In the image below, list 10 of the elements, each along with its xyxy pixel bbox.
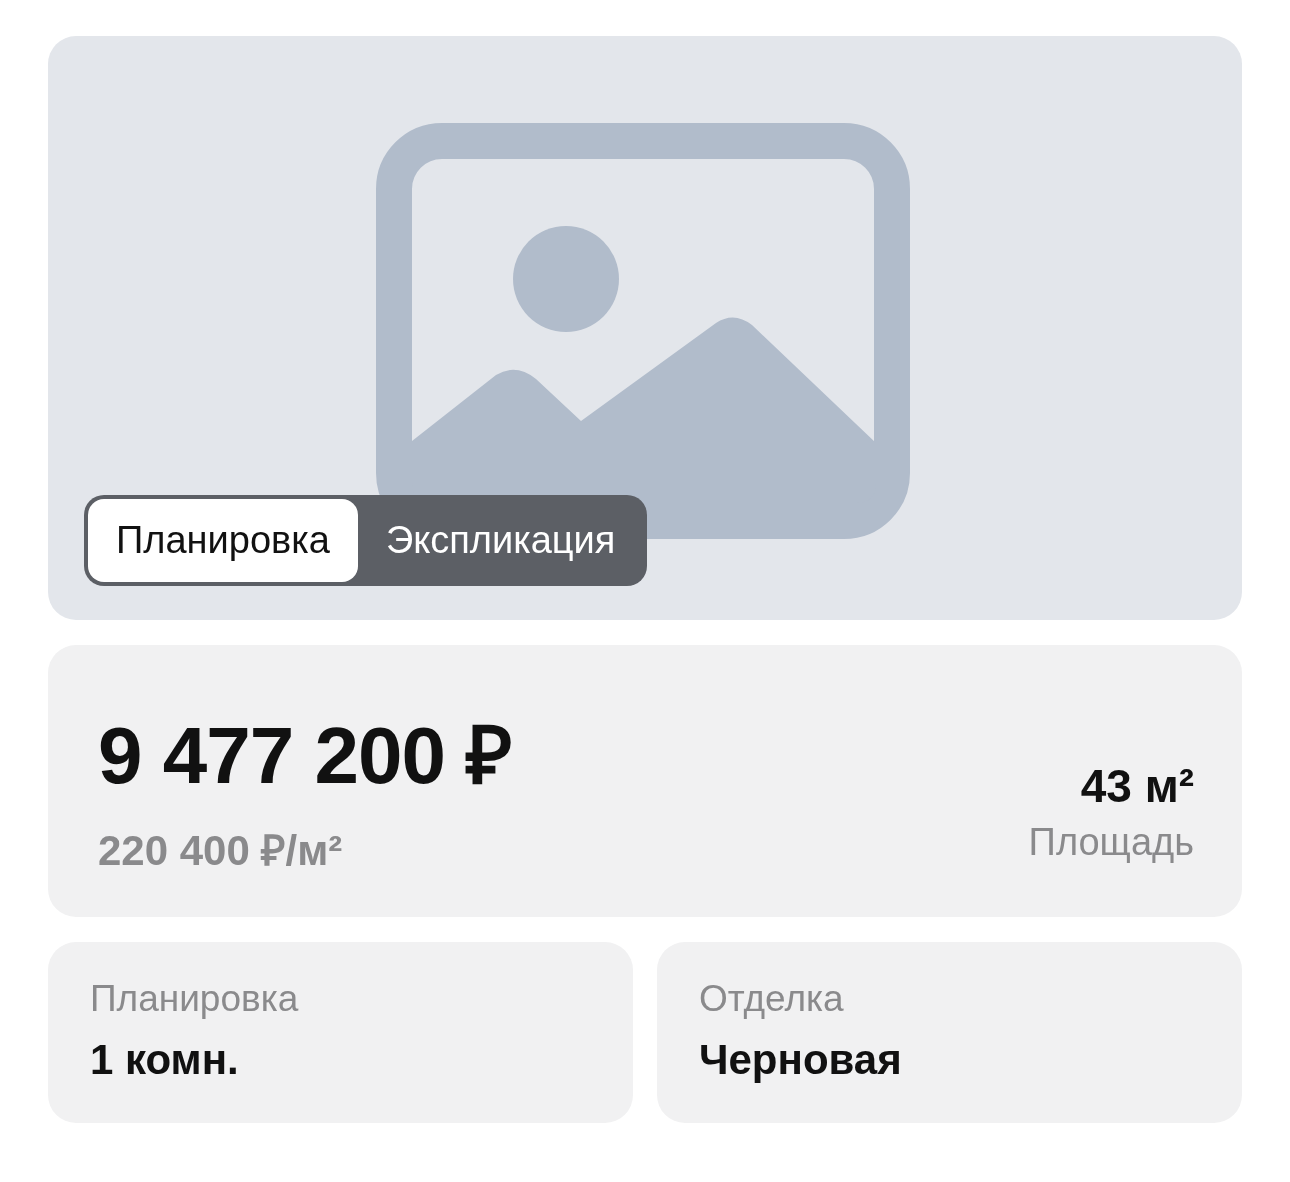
- detail-value: Черновая: [699, 1036, 903, 1084]
- detail-label: Отделка: [699, 978, 845, 1020]
- area-value: 43 м²: [1079, 759, 1194, 813]
- price: 9 477 200 ₽: [98, 710, 513, 802]
- price-per-meter: 220 400 ₽/м²: [98, 826, 344, 876]
- detail-label: Планировка: [90, 978, 300, 1020]
- tab[interactable]: Экспликация: [357, 499, 644, 582]
- tab[interactable]: Планировка: [88, 499, 358, 582]
- area-label: Площадь: [1028, 821, 1194, 864]
- detail-value: 1 комн.: [90, 1036, 240, 1084]
